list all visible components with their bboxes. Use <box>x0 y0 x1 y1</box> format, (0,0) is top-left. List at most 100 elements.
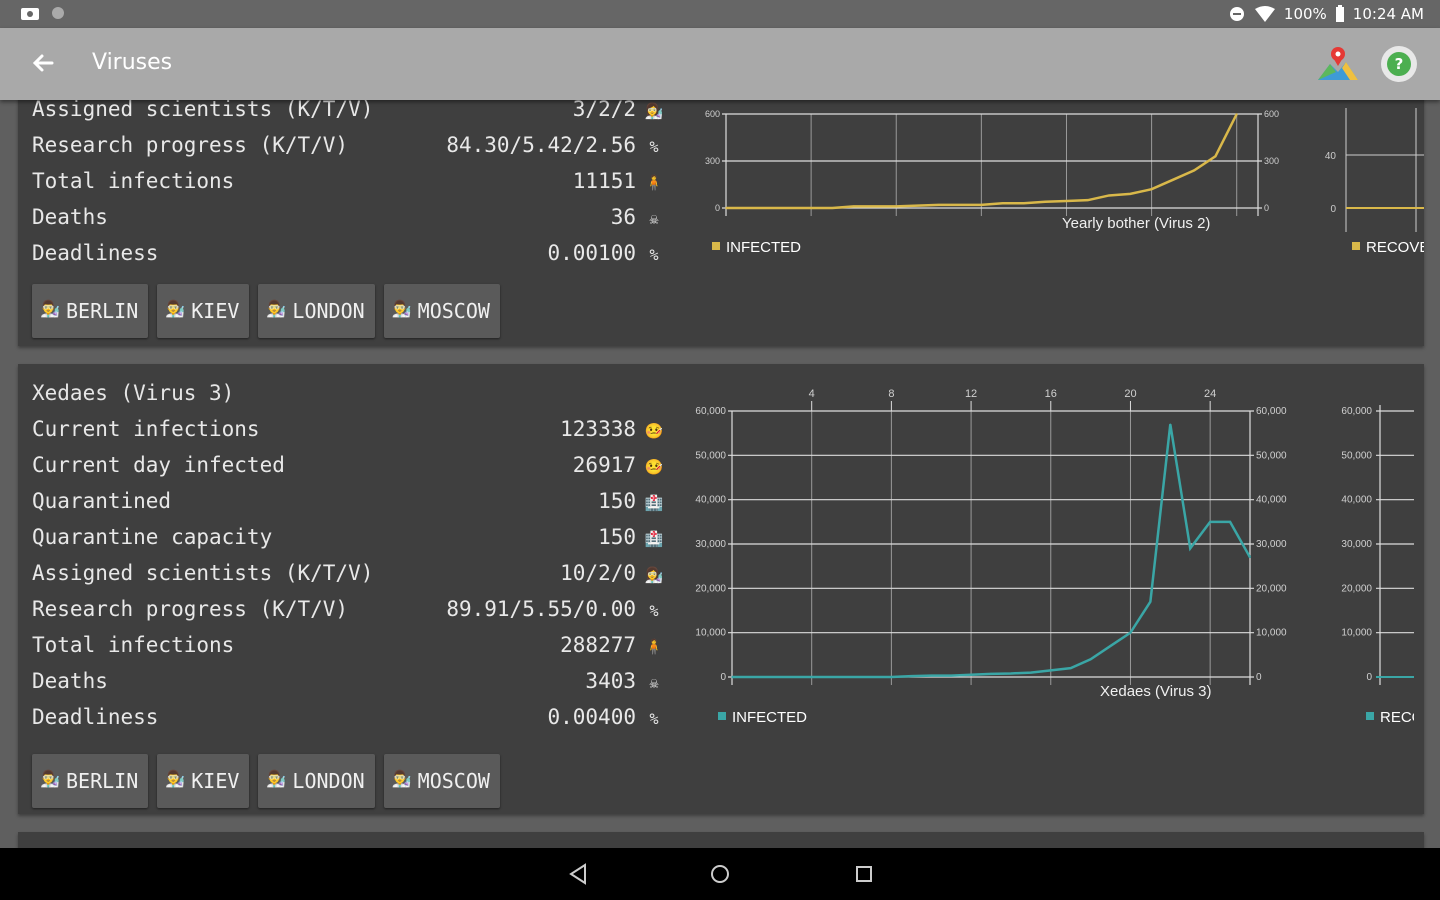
battery-level: 100% <box>1283 5 1327 23</box>
y-tick-label: 20,000 <box>1256 583 1287 594</box>
y-tick-label: 60,000 <box>1256 406 1287 417</box>
y-tick-label: 40 <box>1325 151 1337 162</box>
stat-row-total-infections: Total infections 11151 🧍 <box>32 169 664 193</box>
y-tick-label: 60,000 <box>695 406 726 417</box>
nav-home-button[interactable] <box>705 859 735 889</box>
virus-card-2: Assigned scientists (K/T/V) 3/2/2 👩‍🔬 Re… <box>18 92 1424 346</box>
skull-icon: ☠ <box>649 674 659 692</box>
virus-3-city-buttons: 👨‍🔬 BERLIN 👨‍🔬 KIEV 👨‍🔬 LONDON 👨‍🔬 MOSCOW <box>32 754 500 808</box>
scientist-icon: 👨‍🔬 <box>165 769 186 788</box>
stat-row-research-progress: Research progress (K/T/V) 89.91/5.55/0.0… <box>32 592 659 628</box>
status-bar: 100% 10:24 AM <box>0 0 1440 28</box>
page-title: Viruses <box>92 50 173 75</box>
percent-icon: % <box>649 138 659 156</box>
person-icon: 🧍 <box>644 638 664 656</box>
stat-row-deaths: Deaths 3403 ☠ <box>32 664 659 700</box>
back-button[interactable] <box>26 46 60 80</box>
stat-row-quarantine-capacity: Quarantine capacity 150 🏥 <box>32 525 664 549</box>
map-pin-icon <box>1318 47 1358 80</box>
scientist-icon: 👨‍🔬 <box>391 299 412 318</box>
scientist-icon: 👨‍🔬 <box>40 769 60 788</box>
scientist-icon: 👩‍🔬 <box>644 566 664 584</box>
percent-icon: % <box>649 246 659 264</box>
notification-dot-icon <box>52 7 64 19</box>
stat-row-current-infections: Current infections 123338 🤒 <box>32 417 664 441</box>
data-saver-icon <box>1229 7 1244 21</box>
chart-caption: Xedaes (Virus 3) <box>1100 683 1211 700</box>
legend-swatch-infected <box>712 242 720 250</box>
app-bar: Viruses ? <box>0 28 1440 100</box>
city-button-london[interactable]: 👨‍🔬 LONDON <box>258 754 375 808</box>
wifi-icon <box>1254 6 1275 22</box>
y-tick-label: 40,000 <box>1256 495 1287 506</box>
y-tick-label: 600 <box>705 109 720 119</box>
stat-row-research-progress: Research progress (K/T/V) 84.30/5.42/2.5… <box>32 128 659 164</box>
percent-icon: % <box>649 710 659 728</box>
y-tick-label: 300 <box>705 156 720 166</box>
city-button-london[interactable]: 👨‍🔬 LONDON <box>258 284 375 338</box>
person-icon: 🧍 <box>644 174 664 192</box>
virus-card-3: Xedaes (Virus 3) Current infections 1233… <box>18 364 1424 814</box>
series-line-infected <box>732 424 1252 679</box>
x-tick-label: 24 <box>1204 388 1216 400</box>
legend-swatch-recovered <box>1366 712 1374 720</box>
help-button[interactable]: ? <box>1381 46 1417 82</box>
virus-2-recovered-chart: 40 0 RECOVE <box>1325 108 1424 256</box>
y-tick-label: 50,000 <box>695 450 726 461</box>
quarantine-icon: 🏥 <box>644 494 664 512</box>
virus-2-stats: Assigned scientists (K/T/V) 3/2/2 👩‍🔬 Re… <box>32 92 664 272</box>
legend-label-infected: INFECTED <box>732 709 807 726</box>
virus-2-city-buttons: 👨‍🔬 BERLIN 👨‍🔬 KIEV 👨‍🔬 LONDON 👨‍🔬 MOSCOW <box>32 284 500 338</box>
legend-label-recovered: RECOVE <box>1366 239 1424 256</box>
city-button-berlin[interactable]: 👨‍🔬 BERLIN <box>32 284 149 338</box>
virus-2-infected-chart: 0 0 300 300 600 600 Yearly bother (Virus 2) I… <box>705 109 1279 256</box>
y-tick-label: 10,000 <box>1256 628 1287 639</box>
y-tick-label: 50,000 <box>1256 450 1287 461</box>
city-button-kiev[interactable]: 👨‍🔬 KIEV <box>157 754 250 808</box>
stat-row-current-day-infected: Current day infected 26917 🤒 <box>32 453 664 477</box>
virus-3-stats: Current infections 123338 🤒 Current day … <box>32 412 664 736</box>
stat-row-quarantined: Quarantined 150 🏥 <box>32 489 664 513</box>
y-tick-label: 60,000 <box>1341 406 1372 417</box>
y-tick-label: 30,000 <box>1341 539 1372 550</box>
x-tick-label: 16 <box>1045 388 1057 400</box>
arrow-left-icon <box>32 54 54 72</box>
x-tick-label: 20 <box>1124 388 1136 400</box>
stat-row-total-infections: Total infections 288277 🧍 <box>32 633 664 657</box>
legend-swatch-infected <box>718 712 726 720</box>
scientist-icon: 👨‍🔬 <box>266 769 287 788</box>
help-icon: ? <box>1387 52 1411 76</box>
battery-icon <box>1335 5 1344 22</box>
x-tick-label: 12 <box>965 388 977 400</box>
y-tick-label: 0 <box>1330 204 1336 215</box>
y-tick-label: 0 <box>1366 672 1372 683</box>
stat-row-assigned-scientists: Assigned scientists (K/T/V) 10/2/0 👩‍🔬 <box>32 561 664 585</box>
y-tick-label: 300 <box>1264 156 1279 166</box>
y-tick-label: 40,000 <box>1341 495 1372 506</box>
scientist-icon: 👩‍🔬 <box>644 102 664 120</box>
y-tick-label: 20,000 <box>695 583 726 594</box>
x-tick-label: 4 <box>809 388 815 400</box>
city-button-moscow[interactable]: 👨‍🔬 MOSCOW <box>383 284 500 338</box>
percent-icon: % <box>649 602 659 620</box>
nav-recents-button[interactable] <box>849 859 879 889</box>
city-button-moscow[interactable]: 👨‍🔬 MOSCOW <box>383 754 500 808</box>
map-button[interactable] <box>1316 44 1360 84</box>
y-tick-label: 0 <box>715 203 720 213</box>
y-tick-label: 30,000 <box>1256 539 1287 550</box>
nav-back-button[interactable] <box>563 859 593 889</box>
y-tick-label: 10,000 <box>695 628 726 639</box>
clock: 10:24 AM <box>1352 5 1424 23</box>
y-tick-label: 0 <box>1256 672 1262 683</box>
skull-icon: ☠ <box>649 210 659 228</box>
virus-3-recovered-chart: 0 10,000 20,000 30,000 40,000 50,000 60,000 RE… <box>1341 405 1414 726</box>
city-button-kiev[interactable]: 👨‍🔬 KIEV <box>157 284 250 338</box>
city-button-berlin[interactable]: 👨‍🔬 BERLIN <box>32 754 149 808</box>
system-nav-bar <box>0 848 1440 900</box>
chart-caption: Yearly bother (Virus 2) <box>1062 215 1210 232</box>
sick-person-icon: 🤒 <box>644 422 664 440</box>
legend-label-infected: INFECTED <box>726 239 801 256</box>
x-tick-label: 8 <box>888 388 894 400</box>
virus-name: Xedaes (Virus 3) <box>32 381 235 405</box>
virus-3-infected-chart: 0 0 10,000 10,000 20,000 20,000 30,000 30,000 40… <box>695 388 1287 726</box>
